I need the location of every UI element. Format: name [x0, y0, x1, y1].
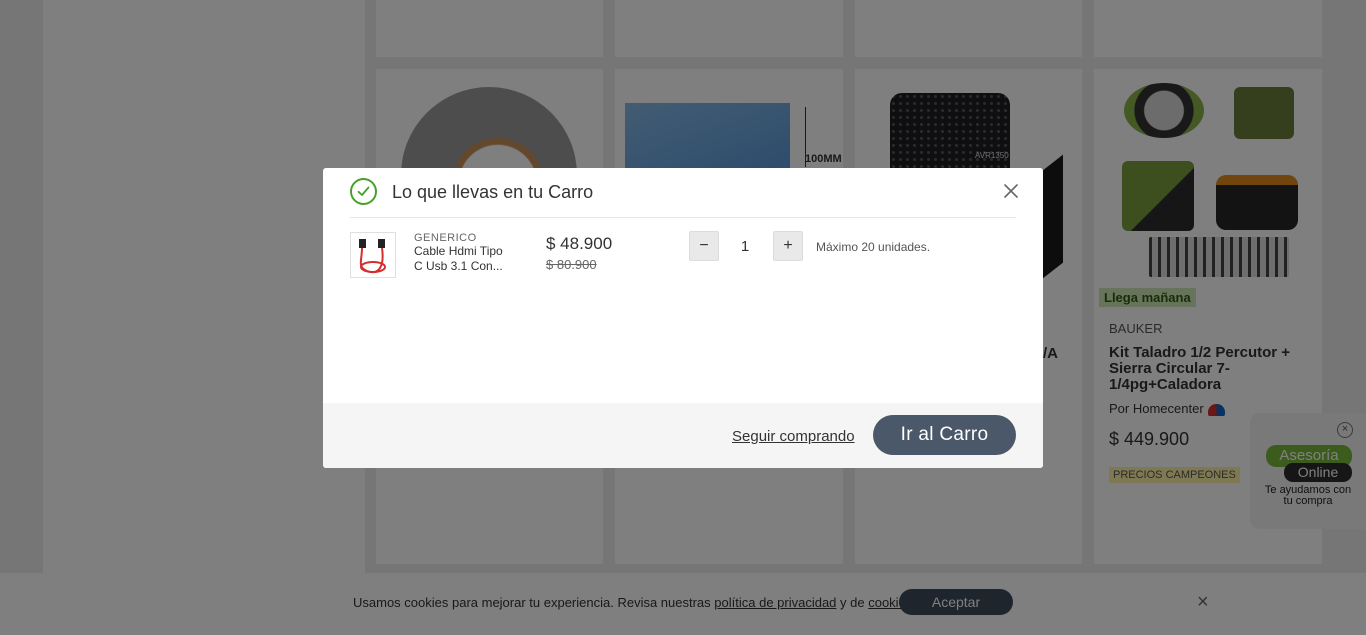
item-price: $ 48.900 [546, 234, 613, 253]
modal-header: Lo que llevas en tu Carro [350, 178, 1018, 218]
modal-footer: Seguir comprando Ir al Carro [323, 403, 1043, 468]
check-circle-icon [350, 178, 377, 205]
item-name[interactable]: Cable Hdmi Tipo C Usb 3.1 Con... [414, 244, 514, 274]
quantity-value[interactable]: 1 [727, 238, 763, 255]
cart-modal: Lo que llevas en tu Carro GENERICO Cable… [323, 168, 1043, 468]
item-old-price: $ 80.900 [546, 257, 597, 272]
quantity-decrease-button[interactable]: − [689, 231, 719, 261]
item-thumbnail[interactable] [350, 232, 396, 278]
modal-title: Lo que llevas en tu Carro [392, 182, 594, 202]
quantity-max-note: Máximo 20 unidades. [816, 240, 931, 254]
item-brand: GENERICO [414, 232, 477, 244]
close-icon[interactable] [1001, 181, 1021, 201]
go-to-cart-button[interactable]: Ir al Carro [873, 415, 1016, 455]
quantity-increase-button[interactable]: + [773, 231, 803, 261]
continue-shopping-link[interactable]: Seguir comprando [732, 428, 855, 445]
